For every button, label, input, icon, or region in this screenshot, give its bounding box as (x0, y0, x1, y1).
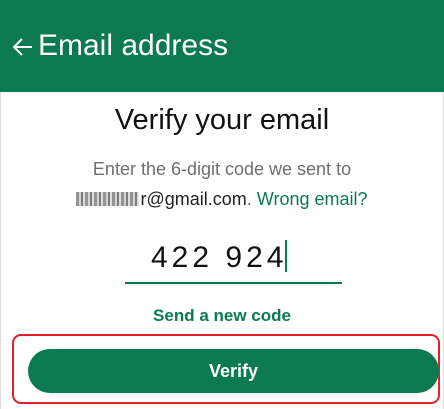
send-new-code-link[interactable]: Send a new code (0, 305, 444, 327)
email-domain: r@gmail.com (140, 189, 247, 209)
email-line: r@gmail.com. Wrong email? (0, 188, 444, 211)
page-title: Email address (38, 29, 229, 62)
wrong-email-link[interactable]: Wrong email? (257, 189, 368, 209)
verification-code-input[interactable]: 422 924 (125, 234, 342, 284)
code-underline (125, 282, 342, 284)
app-bar: Email address (0, 0, 444, 92)
verify-heading: Verify your email (114, 104, 330, 136)
instructions-text: Enter the 6-digit code we sent to (92, 159, 352, 179)
text-cursor (285, 240, 288, 272)
left-divider (0, 92, 1, 409)
arrow-left-icon[interactable] (10, 34, 36, 60)
verify-button[interactable]: Verify (28, 349, 439, 393)
code-value: 422 924 (151, 240, 288, 276)
code-digits: 422 924 (151, 241, 288, 274)
email-separator: . (246, 189, 257, 209)
obscured-email-user (76, 192, 140, 206)
